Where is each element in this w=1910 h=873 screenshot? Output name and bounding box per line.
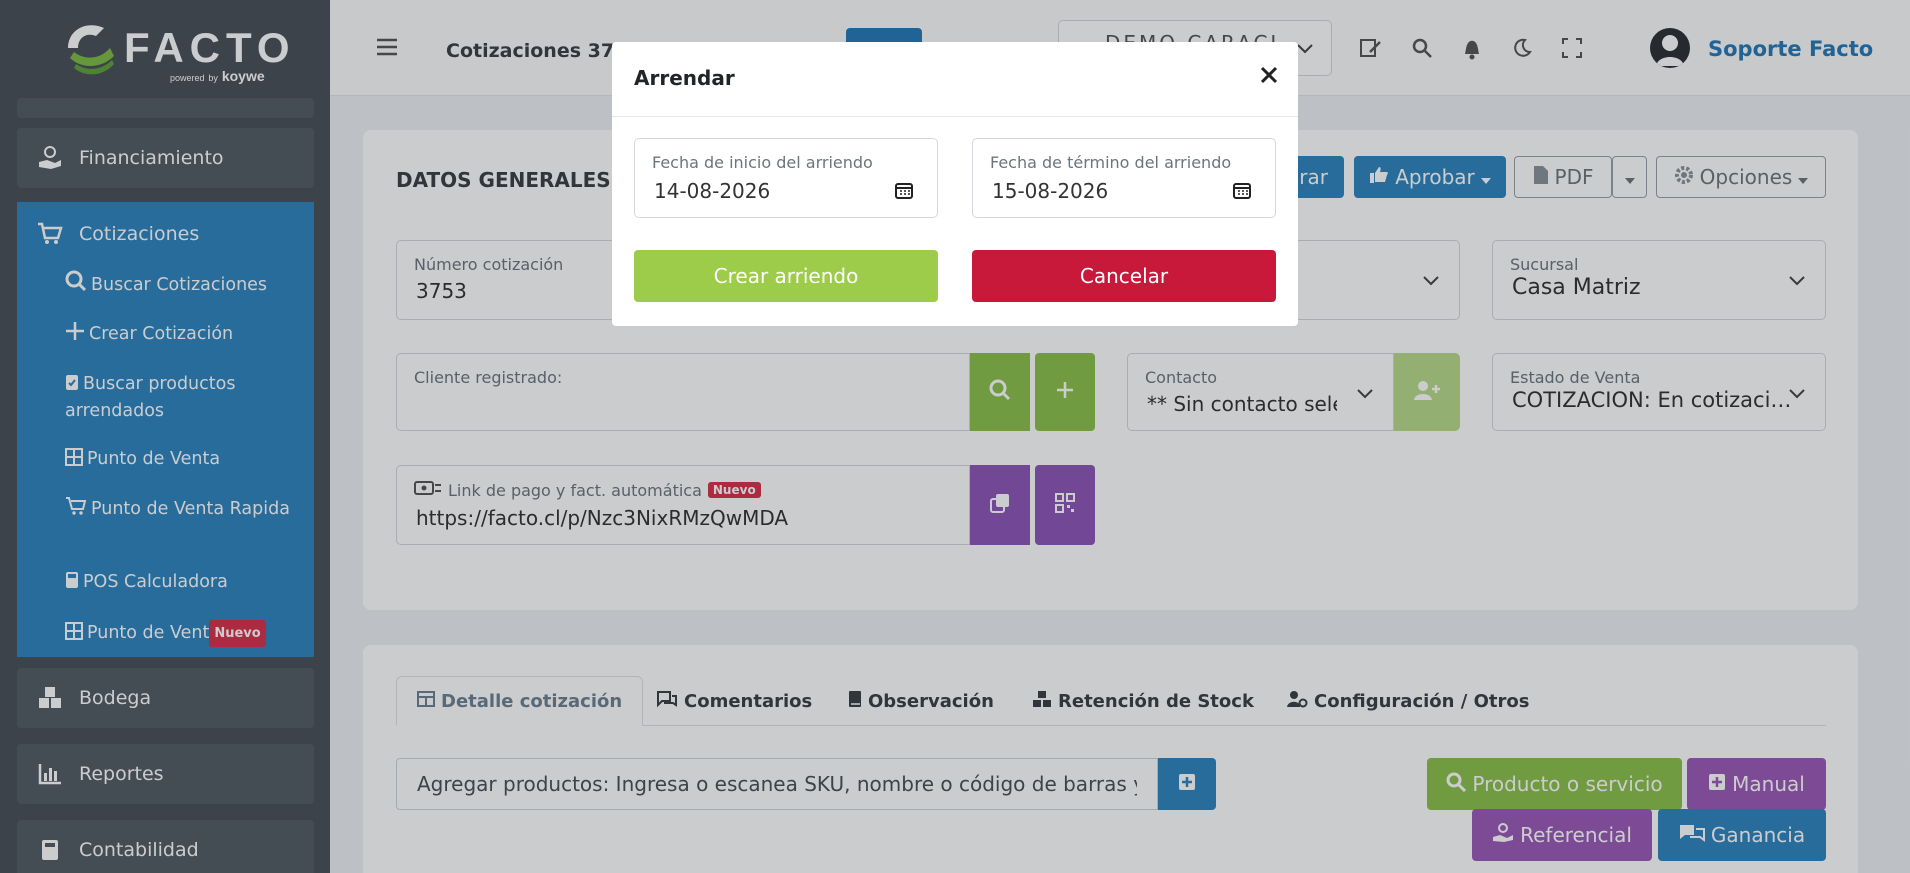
arrendar-modal: Arrendar Fecha de inicio del arriendo 14… (612, 42, 1298, 326)
start-date-field[interactable]: Fecha de inicio del arriendo 14-08-2026 (634, 138, 938, 218)
calendar-icon[interactable] (895, 181, 913, 203)
modal-divider (612, 116, 1298, 117)
start-date-label: Fecha de inicio del arriendo (652, 153, 873, 172)
cancel-button[interactable]: Cancelar (972, 250, 1276, 302)
end-date-label: Fecha de término del arriendo (990, 153, 1232, 172)
close-icon[interactable] (1260, 66, 1278, 88)
end-date-field[interactable]: Fecha de término del arriendo 15-08-2026 (972, 138, 1276, 218)
modal-title: Arrendar (634, 66, 735, 90)
end-date-value: 15-08-2026 (992, 179, 1109, 203)
start-date-value: 14-08-2026 (654, 179, 771, 203)
calendar-icon[interactable] (1233, 181, 1251, 203)
create-rental-button[interactable]: Crear arriendo (634, 250, 938, 302)
